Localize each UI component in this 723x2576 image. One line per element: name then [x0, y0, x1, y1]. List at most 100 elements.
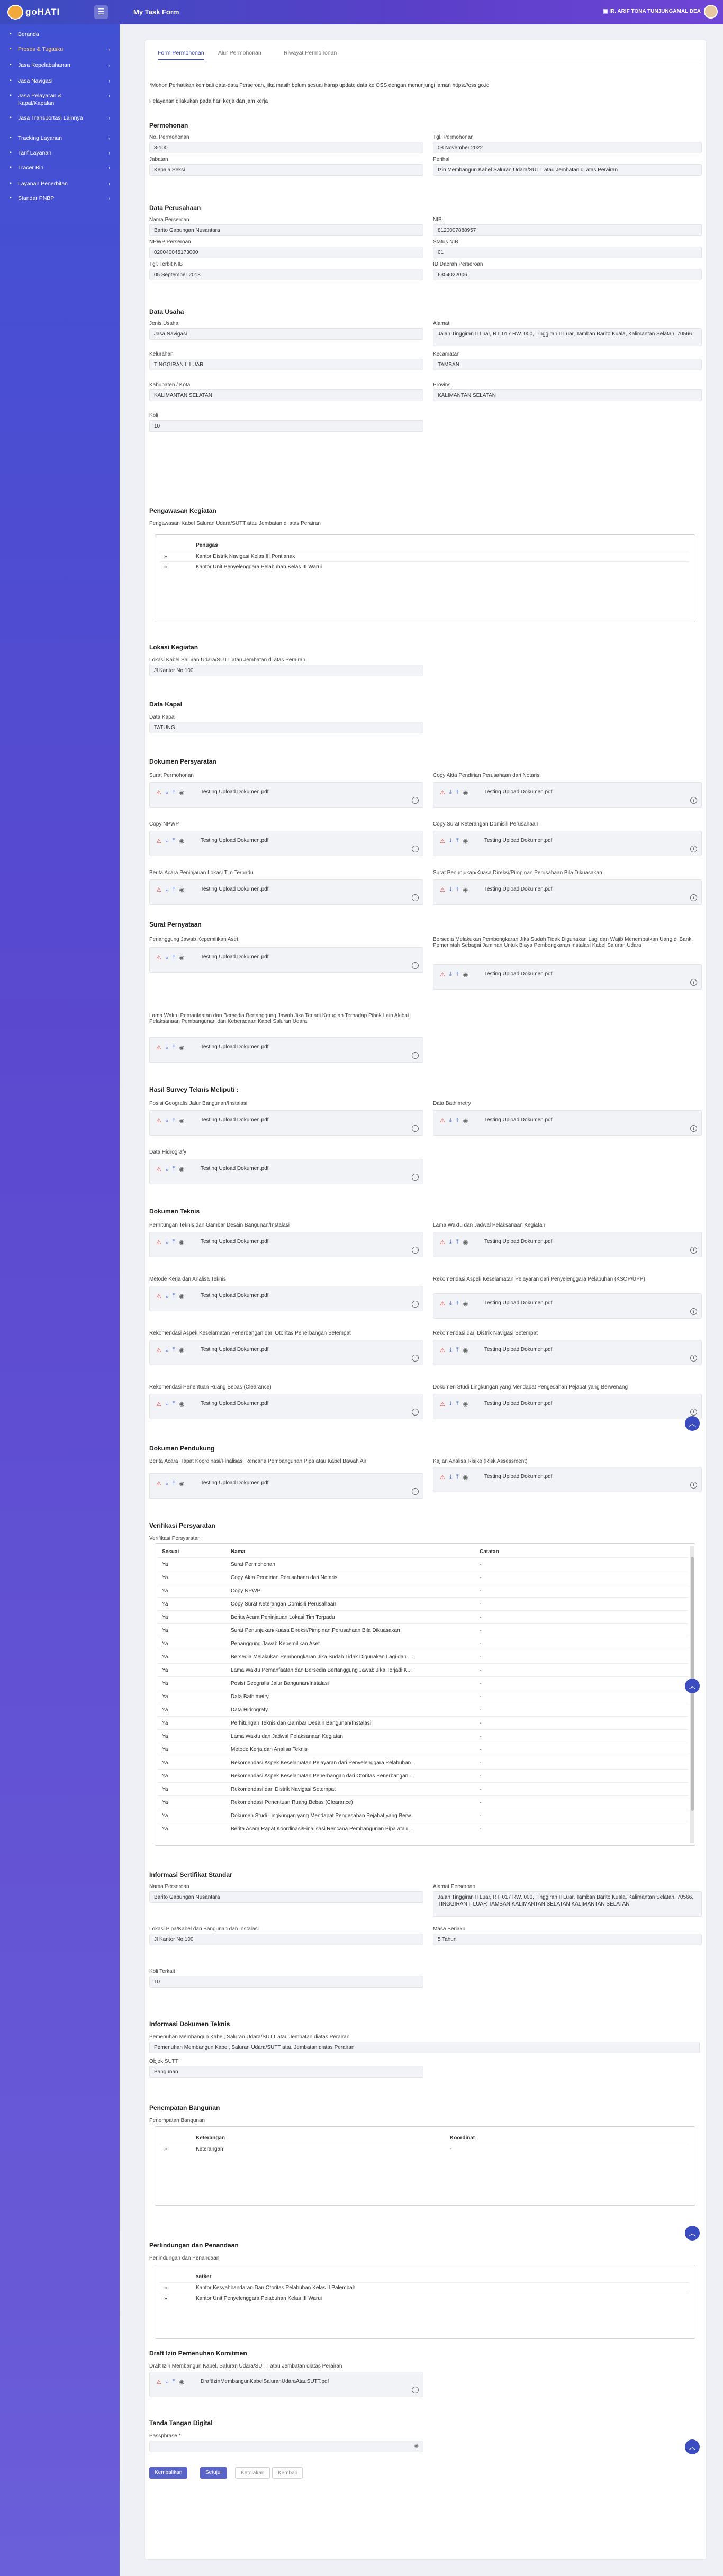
tab-riwayat-permohonan[interactable]: Riwayat Permohonan — [284, 50, 337, 56]
view-icon[interactable]: ◉ — [463, 838, 468, 845]
upload-icon[interactable]: ⤒ — [173, 1117, 175, 1124]
field-input[interactable]: Barito Gabungan Nusantara — [149, 1891, 423, 1903]
pdf-icon[interactable]: ⚠ — [156, 838, 161, 845]
upload-icon[interactable]: ⤒ — [173, 954, 175, 961]
view-icon[interactable]: ◉ — [179, 1293, 185, 1300]
pdf-icon[interactable]: ⚠ — [440, 1117, 445, 1124]
field-input[interactable]: 01 — [433, 247, 702, 258]
file-name[interactable]: Testing Upload Dokumen.pdf — [201, 1117, 268, 1123]
view-icon[interactable]: ◉ — [179, 1166, 185, 1173]
field-input[interactable]: KALIMANTAN SELATAN — [149, 389, 423, 401]
view-icon[interactable]: ◉ — [463, 789, 468, 796]
upload-icon[interactable]: ⤒ — [173, 1293, 175, 1300]
file-name[interactable]: Testing Upload Dokumen.pdf — [201, 1401, 268, 1407]
scroll-top-icon[interactable]: ︿ — [685, 1679, 700, 1693]
menu-icon[interactable]: ☰ — [94, 5, 108, 19]
field-input[interactable]: Barito Gabungan Nusantara — [149, 224, 423, 236]
file-name[interactable]: Testing Upload Dokumen.pdf — [201, 1480, 268, 1486]
sidebar-item[interactable]: ▪ Beranda — [7, 31, 113, 38]
tab-alur-permohonan[interactable]: Alur Permohonan — [218, 50, 261, 56]
pdf-icon[interactable]: ⚠ — [156, 1239, 161, 1246]
download-icon[interactable]: ⤓ — [449, 1117, 452, 1124]
upload-icon[interactable]: ⤒ — [456, 1117, 459, 1124]
scroll-top-icon[interactable]: ︿ — [685, 1416, 700, 1431]
info-icon[interactable]: i — [412, 1488, 419, 1495]
download-icon[interactable]: ⤓ — [166, 1239, 168, 1246]
pdf-icon[interactable]: ⚠ — [440, 1347, 445, 1354]
pdf-icon[interactable]: ⚠ — [156, 886, 161, 893]
field-input[interactable]: 6304022006 — [433, 269, 702, 280]
pdf-icon[interactable]: ⚠ — [156, 1347, 161, 1354]
lokasi-input[interactable]: Jl Kantor No.100 — [149, 665, 423, 676]
pdf-icon[interactable]: ⚠ — [156, 1166, 161, 1173]
pdf-icon[interactable]: ⚠ — [156, 1117, 161, 1124]
download-icon[interactable]: ⤓ — [449, 971, 452, 978]
pdf-icon[interactable]: ⚠ — [440, 1401, 445, 1408]
info-icon[interactable]: i — [412, 1409, 419, 1416]
file-name[interactable]: Testing Upload Dokumen.pdf — [484, 1401, 552, 1407]
upload-icon[interactable]: ⤒ — [173, 1239, 175, 1246]
view-icon[interactable]: ◉ — [179, 954, 185, 961]
sidebar-item[interactable]: ▪ Proses & Tugasku › — [7, 46, 113, 53]
avatar[interactable] — [704, 5, 718, 19]
view-icon[interactable]: ◉ — [179, 1239, 185, 1246]
expand-icon[interactable]: » — [160, 2282, 192, 2293]
info-icon[interactable]: i — [690, 846, 697, 852]
pdf-icon[interactable]: ⚠ — [440, 1239, 445, 1246]
download-icon[interactable]: ⤓ — [449, 1239, 452, 1246]
download-icon[interactable]: ⤓ — [449, 838, 452, 845]
info-icon[interactable]: i — [412, 1052, 419, 1059]
view-icon[interactable]: ◉ — [179, 789, 185, 796]
download-icon[interactable]: ⤓ — [166, 2379, 168, 2385]
view-icon[interactable]: ◉ — [179, 1117, 185, 1124]
info-icon[interactable]: i — [690, 894, 697, 901]
sidebar-item[interactable]: ▪ Jasa Kepelabuhanan › — [7, 61, 113, 69]
view-icon[interactable]: ◉ — [179, 1480, 185, 1487]
upload-icon[interactable]: ⤒ — [456, 1239, 459, 1246]
upload-icon[interactable]: ⤒ — [173, 1480, 175, 1487]
table-row[interactable]: » Kantor Kesyahbandaran Dan Otoritas Pela… — [160, 2282, 689, 2293]
info-icon[interactable]: i — [412, 962, 419, 969]
file-name[interactable]: Testing Upload Dokumen.pdf — [484, 1347, 552, 1353]
view-icon[interactable]: ◉ — [463, 1300, 468, 1307]
sidebar-item[interactable]: ▪ Standar PNBP › — [7, 195, 113, 202]
view-icon[interactable]: ◉ — [179, 838, 185, 845]
upload-icon[interactable]: ⤒ — [173, 838, 175, 845]
info-icon[interactable]: i — [690, 1482, 697, 1489]
download-icon[interactable]: ⤓ — [166, 1480, 168, 1487]
file-name[interactable]: Testing Upload Dokumen.pdf — [201, 1293, 268, 1299]
objek-sutt-input[interactable]: Bangunan — [149, 2066, 423, 2078]
download-icon[interactable]: ⤓ — [166, 1293, 168, 1300]
pdf-icon[interactable]: ⚠ — [440, 1474, 445, 1481]
passphrase-input[interactable]: ◉ — [149, 2441, 423, 2452]
info-icon[interactable]: i — [412, 1355, 419, 1362]
view-icon[interactable]: ◉ — [463, 1401, 468, 1408]
pdf-icon[interactable]: ⚠ — [156, 1044, 161, 1051]
view-icon[interactable]: ◉ — [463, 1117, 468, 1124]
info-icon[interactable]: i — [412, 846, 419, 852]
pdf-icon[interactable]: ⚠ — [440, 886, 445, 893]
pdf-icon[interactable]: ⚠ — [156, 789, 161, 796]
upload-icon[interactable]: ⤒ — [456, 1474, 459, 1481]
sidebar-item[interactable]: ▪ Tracer Bin › — [7, 164, 113, 171]
download-icon[interactable]: ⤓ — [166, 789, 168, 796]
download-icon[interactable]: ⤓ — [166, 954, 168, 961]
file-name[interactable]: Testing Upload Dokumen.pdf — [484, 838, 552, 843]
field-input[interactable]: 08 November 2022 — [433, 142, 702, 153]
file-name[interactable]: Testing Upload Dokumen.pdf — [484, 1474, 552, 1480]
info-icon[interactable]: i — [412, 1174, 419, 1181]
file-name[interactable]: Testing Upload Dokumen.pdf — [484, 789, 552, 795]
view-icon[interactable]: ◉ — [463, 1347, 468, 1354]
expand-icon[interactable]: » — [160, 2293, 192, 2303]
kapal-input[interactable]: TATUNG — [149, 722, 423, 733]
pdf-icon[interactable]: ⚠ — [156, 2379, 161, 2385]
field-input[interactable]: 10 — [149, 1976, 423, 1988]
field-input[interactable]: Izin Membangun Kabel Saluran Udara/SUTT … — [433, 164, 702, 176]
upload-icon[interactable]: ⤒ — [173, 1166, 175, 1173]
upload-icon[interactable]: ⤒ — [173, 886, 175, 893]
field-input[interactable]: 020040045173000 — [149, 247, 423, 258]
expand-icon[interactable]: » — [160, 561, 192, 572]
file-name[interactable]: Testing Upload Dokumen.pdf — [201, 1239, 268, 1245]
info-icon[interactable]: i — [412, 1301, 419, 1308]
file-name[interactable]: Testing Upload Dokumen.pdf — [484, 886, 552, 892]
